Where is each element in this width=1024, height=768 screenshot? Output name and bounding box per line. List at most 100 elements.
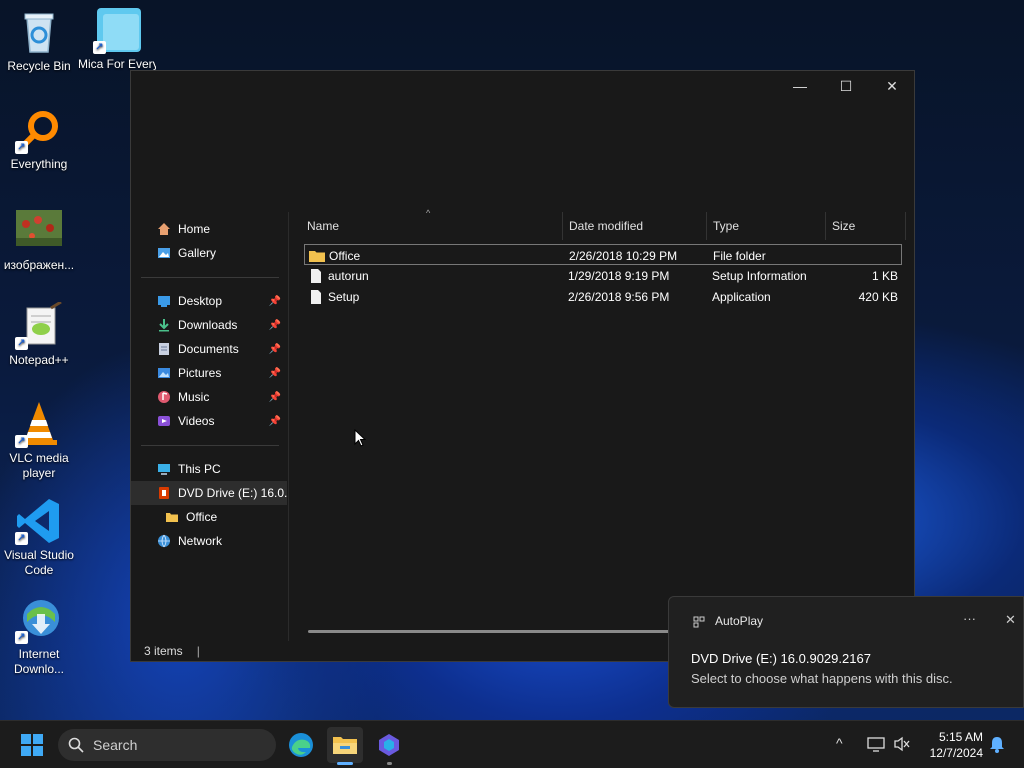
column-header-type[interactable]: Type bbox=[707, 212, 826, 240]
desktop-folder-icon bbox=[158, 296, 170, 307]
autoplay-icon bbox=[693, 616, 705, 628]
desktop-icon-idm[interactable]: ↗ Internet Downlo... bbox=[0, 596, 78, 677]
nav-item-desktop[interactable]: Desktop 📌 bbox=[131, 289, 287, 313]
office-dvd-icon bbox=[159, 487, 169, 499]
show-hidden-icons-button[interactable]: ^ bbox=[836, 735, 843, 751]
desktop-icon-image[interactable]: изображен... bbox=[0, 210, 78, 273]
file-name: autorun bbox=[328, 268, 369, 283]
desktop-icon-notepadpp[interactable]: ↗ Notepad++ bbox=[0, 300, 78, 368]
nav-item-videos[interactable]: Videos 📌 bbox=[131, 409, 287, 433]
desktop-icon-label: VLC media player bbox=[9, 451, 69, 480]
desktop-icon-label: изображен... bbox=[3, 258, 75, 272]
nav-item-label: DVD Drive (E:) 16.0.90 bbox=[178, 486, 287, 500]
taskbar-file-explorer-button[interactable] bbox=[327, 727, 363, 765]
pin-icon: 📌 bbox=[268, 295, 281, 307]
taskbar-copilot-button[interactable] bbox=[371, 727, 407, 765]
pictures-icon bbox=[158, 368, 170, 378]
taskbar-edge-button[interactable] bbox=[283, 727, 319, 763]
file-row-setup[interactable]: Setup 2/26/2018 9:56 PM Application 420 … bbox=[304, 286, 902, 307]
column-header-date[interactable]: Date modified bbox=[563, 212, 707, 240]
file-row-autorun[interactable]: autorun 1/29/2018 9:19 PM Setup Informat… bbox=[304, 265, 902, 286]
folder-icon bbox=[166, 513, 178, 522]
nav-item-label: Downloads bbox=[178, 318, 238, 332]
clock-time: 5:15 AM bbox=[938, 730, 983, 744]
running-app-indicator bbox=[387, 762, 392, 765]
nav-item-music[interactable]: Music 📌 bbox=[131, 385, 287, 409]
file-name: Setup bbox=[328, 289, 360, 304]
desktop-icon-recycle-bin[interactable]: Recycle Bin bbox=[0, 8, 78, 74]
maximize-button[interactable]: ☐ bbox=[823, 71, 869, 101]
nav-item-gallery[interactable]: Gallery bbox=[131, 241, 287, 265]
more-options-button[interactable]: ··· bbox=[963, 611, 976, 626]
notification-title: DVD Drive (E:) 16.0.9029.2167 bbox=[691, 651, 871, 666]
file-date: 2/26/2018 9:56 PM bbox=[568, 289, 670, 304]
nav-item-network[interactable]: Network bbox=[131, 529, 287, 553]
shortcut-arrow-icon: ↗ bbox=[15, 141, 28, 154]
start-button[interactable] bbox=[14, 727, 50, 763]
shortcut-arrow-icon: ↗ bbox=[15, 337, 28, 350]
edge-browser-icon bbox=[289, 733, 313, 757]
desktop-icon-label: Recycle Bin bbox=[7, 59, 71, 73]
internet-download-manager-icon: ↗ bbox=[15, 596, 63, 644]
minimize-button[interactable]: — bbox=[777, 71, 823, 101]
notepadpp-icon: ↗ bbox=[15, 300, 63, 350]
file-row-office[interactable]: Office 2/26/2018 10:29 PM File folder bbox=[304, 244, 902, 265]
nav-item-this-pc[interactable]: This PC bbox=[131, 457, 287, 481]
mouse-cursor-icon bbox=[354, 429, 366, 447]
nav-item-office[interactable]: Office bbox=[131, 505, 287, 529]
horizontal-scrollbar[interactable] bbox=[308, 630, 688, 633]
search-icon bbox=[68, 737, 84, 753]
file-name: Office bbox=[329, 248, 361, 263]
vlc-cone-icon: ↗ bbox=[15, 400, 63, 448]
desktop-icon-vlc[interactable]: ↗ VLC media player bbox=[0, 400, 78, 481]
nav-item-downloads[interactable]: Downloads 📌 bbox=[131, 313, 287, 337]
display-icon[interactable] bbox=[867, 735, 885, 753]
status-divider: | bbox=[196, 644, 200, 658]
nav-item-home[interactable]: Home bbox=[131, 217, 287, 241]
nav-item-dvd-drive[interactable]: DVD Drive (E:) 16.0.90 bbox=[131, 481, 287, 505]
navigation-pane[interactable]: Home Gallery Desktop 📌 Downloads 📌 Docum… bbox=[131, 212, 289, 641]
file-date: 1/29/2018 9:19 PM bbox=[568, 268, 670, 283]
nav-item-label: Desktop bbox=[178, 294, 223, 308]
file-size: 1 KB bbox=[871, 268, 898, 283]
file-type: Application bbox=[712, 289, 771, 304]
home-icon bbox=[158, 223, 170, 235]
notification-bell-icon[interactable] bbox=[989, 736, 1005, 753]
sort-ascending-icon: ^ bbox=[426, 208, 431, 218]
taskbar: Search ^ 5:15 AM 12/7/2024 bbox=[0, 720, 1024, 768]
desktop-icon-label: Everything bbox=[10, 157, 68, 171]
title-bar[interactable]: — ☐ ✕ bbox=[131, 71, 914, 101]
column-header-name[interactable]: Name ^ bbox=[290, 208, 563, 240]
file-list-pane[interactable]: Name ^ Date modified Type Size Office 2/… bbox=[290, 208, 914, 641]
network-icon bbox=[158, 534, 170, 548]
music-icon bbox=[158, 391, 170, 403]
desktop-icon-vscode[interactable]: ↗ Visual Studio Code bbox=[0, 497, 78, 578]
autoplay-notification[interactable]: AutoPlay ··· ✕ DVD Drive (E:) 16.0.9029.… bbox=[668, 596, 1024, 708]
file-size: 420 KB bbox=[858, 289, 898, 304]
desktop-icon-everything[interactable]: ↗ Everything bbox=[0, 106, 78, 172]
notification-message: Select to choose what happens with this … bbox=[691, 671, 953, 686]
everything-search-icon: ↗ bbox=[15, 106, 63, 154]
close-notification-button[interactable]: ✕ bbox=[1005, 612, 1016, 628]
speaker-muted-icon[interactable] bbox=[893, 735, 911, 753]
download-arrow-icon bbox=[159, 319, 169, 332]
pin-icon: 📌 bbox=[268, 343, 281, 355]
active-app-indicator bbox=[337, 762, 353, 765]
close-button[interactable]: ✕ bbox=[869, 71, 915, 101]
file-type: File folder bbox=[713, 248, 766, 263]
nav-item-label: Music bbox=[178, 390, 210, 404]
copilot-icon bbox=[379, 734, 399, 756]
documents-icon bbox=[159, 343, 169, 355]
vscode-icon: ↗ bbox=[15, 497, 63, 545]
nav-divider bbox=[141, 445, 279, 446]
nav-item-pictures[interactable]: Pictures 📌 bbox=[131, 361, 287, 385]
taskbar-search-box[interactable]: Search bbox=[58, 729, 276, 761]
nav-item-label: Pictures bbox=[178, 366, 222, 380]
desktop-icon-label: Notepad++ bbox=[9, 353, 69, 367]
column-header-size[interactable]: Size bbox=[826, 212, 906, 240]
column-header-label: Size bbox=[832, 219, 856, 233]
nav-item-label: This PC bbox=[178, 462, 221, 476]
nav-item-documents[interactable]: Documents 📌 bbox=[131, 337, 287, 361]
nav-divider bbox=[141, 277, 279, 278]
clock[interactable]: 5:15 AM 12/7/2024 bbox=[921, 729, 983, 761]
